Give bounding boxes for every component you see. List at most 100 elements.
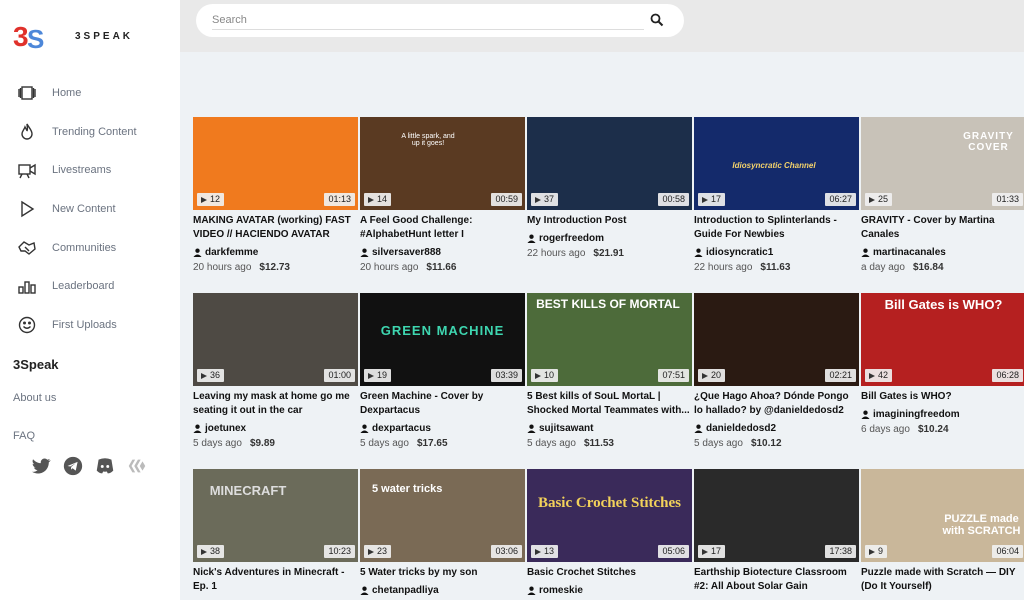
video-title[interactable]: Nick's Adventures in Minecraft - Ep. 1 — [193, 566, 358, 594]
video-thumbnail[interactable]: BEST KILLS OF MORTAL 10 07:51 — [527, 293, 692, 386]
thumbnail-caption: Basic Crochet Stitches — [537, 495, 682, 511]
user-icon — [527, 586, 536, 595]
video-author[interactable]: imaginingfreedom — [861, 409, 1024, 420]
duration-badge: 07:51 — [658, 369, 689, 382]
video-thumbnail[interactable]: 37 00:58 — [527, 117, 692, 210]
video-author[interactable]: sujitsawant — [527, 423, 692, 434]
views-badge: 10 — [531, 369, 559, 382]
discord-icon[interactable] — [94, 455, 116, 477]
video-card[interactable]: 36 01:00 Leaving my mask at home go me sea… — [193, 293, 358, 449]
video-thumbnail[interactable]: 36 01:00 — [193, 293, 358, 386]
smile-icon — [16, 314, 38, 336]
video-card[interactable]: 37 00:58 My Introduction Post rogerfreedom 2… — [527, 117, 692, 259]
video-thumbnail[interactable]: A little spark, and up it goes! 14 00:59 — [360, 117, 525, 210]
play-icon — [535, 548, 541, 555]
video-title[interactable]: Puzzle made with Scratch — DIY (Do It Yo… — [861, 566, 1024, 594]
video-card[interactable]: GREEN MACHINE 19 03:39 Green Machine - Cove… — [360, 293, 525, 449]
video-thumbnail[interactable]: Bill Gates is WHO? 42 06:28 — [861, 293, 1024, 386]
video-age: 22 hours ago — [527, 248, 586, 259]
faq-link[interactable]: FAQ — [13, 430, 35, 442]
video-thumbnail[interactable]: 17 17:38 — [694, 469, 859, 562]
video-title[interactable]: Bill Gates is WHO? — [861, 390, 1024, 404]
play-icon — [702, 548, 708, 555]
sidebar-item-communities[interactable]: Communities — [0, 228, 180, 267]
video-author[interactable]: darkfemme — [193, 247, 358, 258]
views-badge: 20 — [698, 369, 726, 382]
video-author[interactable]: rogerfreedom — [527, 233, 692, 244]
play-icon — [869, 196, 875, 203]
views-count: 42 — [878, 370, 889, 380]
video-title[interactable]: Earthship Biotecture Classroom #2: All A… — [694, 566, 859, 594]
video-card[interactable]: Idiosyncratic Channel 17 06:27 Introduction… — [694, 117, 859, 273]
author-name: darkfemme — [205, 247, 259, 258]
user-icon — [193, 248, 202, 257]
play-icon — [201, 548, 207, 555]
video-age: a day ago — [861, 262, 905, 273]
video-author[interactable]: idiosyncratic1 — [694, 247, 859, 258]
video-author[interactable]: joetunex — [193, 423, 358, 434]
logo[interactable]: 3 S 3SPEAK — [13, 20, 133, 52]
video-card[interactable]: GRAVITY COVER 25 01:33 GRAVITY - Cover by M… — [861, 117, 1024, 273]
video-thumbnail[interactable]: GREEN MACHINE 19 03:39 — [360, 293, 525, 386]
video-author[interactable]: romeskie — [527, 585, 692, 596]
author-name: idiosyncratic1 — [706, 247, 774, 258]
duration-badge: 00:59 — [491, 193, 522, 206]
video-card[interactable]: 12 01:13 MAKING AVATAR (working) FAST VIDE… — [193, 117, 358, 273]
video-thumbnail[interactable]: GRAVITY COVER 25 01:33 — [861, 117, 1024, 210]
video-title[interactable]: 5 Water tricks by my son — [360, 566, 525, 580]
telegram-icon[interactable] — [62, 455, 84, 477]
video-card[interactable]: BEST KILLS OF MORTAL 10 07:51 5 Best kills … — [527, 293, 692, 449]
about-us-link[interactable]: About us — [13, 392, 56, 404]
video-thumbnail[interactable]: Basic Crochet Stitches 13 05:06 — [527, 469, 692, 562]
video-author[interactable]: silversaver888 — [360, 247, 525, 258]
video-card[interactable]: 17 17:38 Earthship Biotecture Classroom #2… — [694, 469, 859, 594]
author-name: imaginingfreedom — [873, 409, 960, 420]
video-thumbnail[interactable]: MINECRAFT 38 10:23 — [193, 469, 358, 562]
video-payout: $11.66 — [426, 262, 457, 273]
video-title[interactable]: ¿Que Hago Ahoa? Dónde Pongo lo hallado? … — [694, 390, 859, 418]
logo-text: 3SPEAK — [75, 30, 134, 42]
video-title[interactable]: MAKING AVATAR (working) FAST VIDEO // HA… — [193, 214, 358, 242]
video-thumbnail[interactable]: PUZZLE made with SCRATCH 9 06:04 — [861, 469, 1024, 562]
views-badge: 25 — [865, 193, 893, 206]
video-title[interactable]: GRAVITY - Cover by Martina Canales — [861, 214, 1024, 242]
sidebar-item-livestreams[interactable]: Livestreams — [0, 151, 180, 190]
sidebar-item-trending[interactable]: Trending Content — [0, 113, 180, 152]
video-age: 22 hours ago — [694, 262, 753, 273]
sidebar-item-first-uploads[interactable]: First Uploads — [0, 306, 180, 345]
video-title[interactable]: 5 Best kills of SouL MortaL | Shocked Mo… — [527, 390, 692, 418]
play-icon — [535, 196, 541, 203]
video-title[interactable]: Basic Crochet Stitches — [527, 566, 692, 580]
video-card[interactable]: Bill Gates is WHO? 42 06:28 Bill Gates is W… — [861, 293, 1024, 435]
sidebar-item-new-content[interactable]: New Content — [0, 190, 180, 229]
video-card[interactable]: 20 02:21 ¿Que Hago Ahoa? Dónde Pongo lo ha… — [694, 293, 859, 449]
video-thumbnail[interactable]: 12 01:13 — [193, 117, 358, 210]
video-title[interactable]: Introduction to Splinterlands - Guide Fo… — [694, 214, 859, 242]
views-count: 37 — [544, 194, 555, 204]
video-author[interactable]: dexpartacus — [360, 423, 525, 434]
video-card[interactable]: Basic Crochet Stitches 13 05:06 Basic Croch… — [527, 469, 692, 596]
video-title[interactable]: My Introduction Post — [527, 214, 692, 228]
video-author[interactable]: danieldedosd2 — [694, 423, 859, 434]
video-author[interactable]: chetanpadliya — [360, 585, 525, 596]
video-card[interactable]: PUZZLE made with SCRATCH 9 06:04 Puzzle mad… — [861, 469, 1024, 594]
video-thumbnail[interactable]: 20 02:21 — [694, 293, 859, 386]
play-icon — [702, 196, 708, 203]
video-meta: 20 hours ago $12.73 — [193, 262, 358, 273]
video-title[interactable]: Green Machine - Cover by Dexpartacus — [360, 390, 525, 418]
sidebar-item-home[interactable]: Home — [0, 74, 180, 113]
video-card[interactable]: 5 water tricks 23 03:06 5 Water tricks by m… — [360, 469, 525, 596]
video-card[interactable]: MINECRAFT 38 10:23 Nick's Adventures in Min… — [193, 469, 358, 594]
video-thumbnail[interactable]: 5 water tricks 23 03:06 — [360, 469, 525, 562]
search-input[interactable] — [212, 10, 644, 30]
sidebar: 3 S 3SPEAK Home Trending Content Livestr… — [0, 0, 180, 600]
video-title[interactable]: Leaving my mask at home go me seating it… — [193, 390, 358, 418]
video-thumbnail[interactable]: Idiosyncratic Channel 17 06:27 — [694, 117, 859, 210]
sidebar-item-leaderboard[interactable]: Leaderboard — [0, 267, 180, 306]
video-author[interactable]: martinacanales — [861, 247, 1024, 258]
video-card[interactable]: A little spark, and up it goes! 14 00:59 A … — [360, 117, 525, 273]
search-icon[interactable] — [650, 13, 664, 27]
twitter-icon[interactable] — [30, 455, 52, 477]
hive-icon[interactable] — [126, 455, 148, 477]
video-title[interactable]: A Feel Good Challenge: #AlphabetHunt let… — [360, 214, 525, 242]
